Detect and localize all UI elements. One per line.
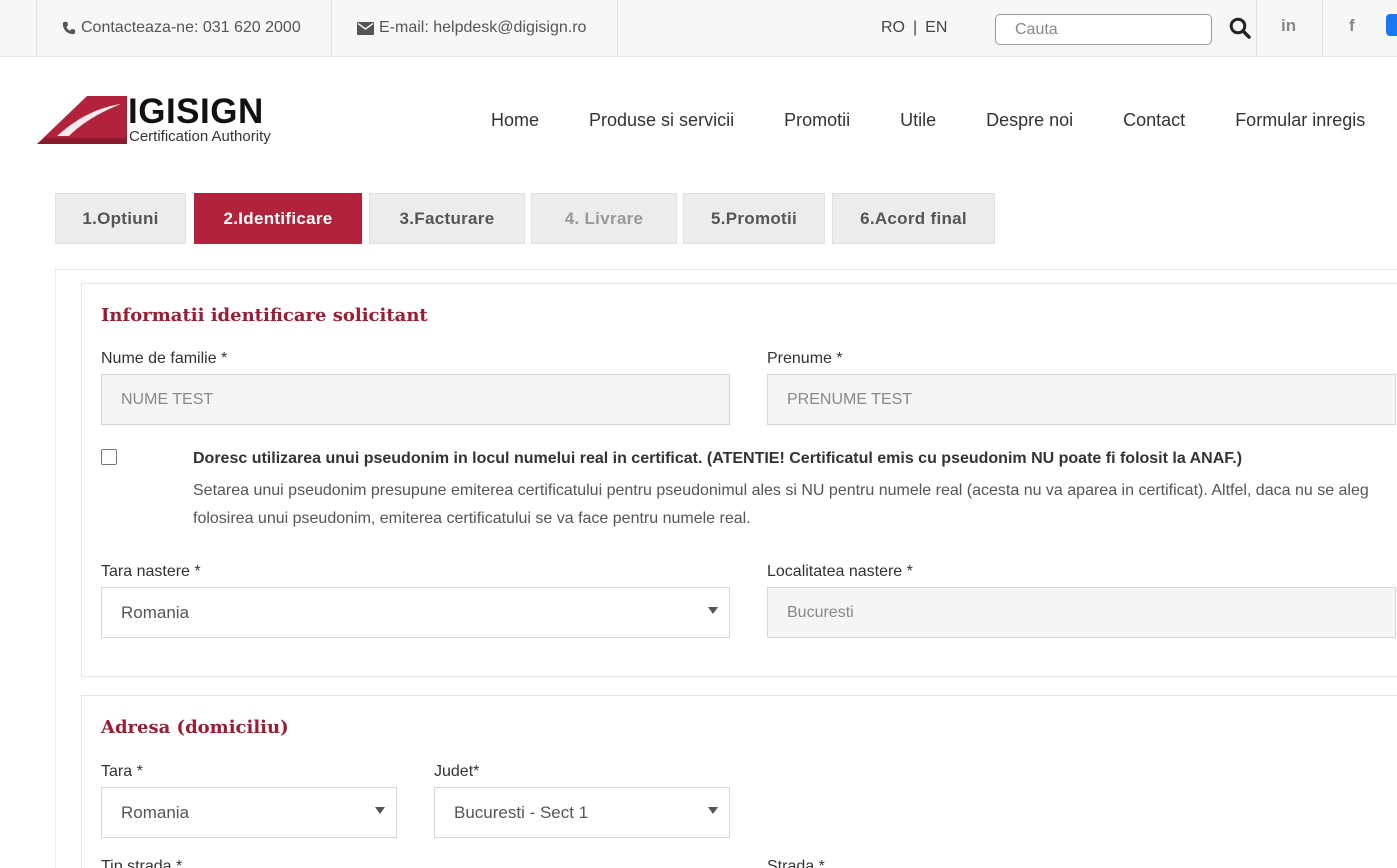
search-input[interactable] (995, 14, 1212, 45)
first-name-value: PRENUME TEST (787, 390, 913, 408)
first-name-label: Prenume * (767, 350, 843, 367)
lang-en-link[interactable]: EN (925, 19, 947, 37)
chevron-down-icon (375, 807, 385, 814)
chevron-down-icon (708, 807, 718, 814)
linkedin-icon[interactable]: in (1281, 16, 1296, 36)
street-label: Strada * (767, 858, 825, 868)
search-icon (1229, 17, 1251, 39)
social-button-partial[interactable] (1386, 14, 1397, 36)
phone-icon (62, 21, 76, 35)
birth-city-field[interactable]: Bucuresti (767, 587, 1396, 638)
divider (1322, 0, 1323, 56)
nav-useful[interactable]: Utile (900, 110, 936, 131)
nav-promotions[interactable]: Promotii (784, 110, 850, 131)
search-button[interactable] (1229, 17, 1253, 41)
country-select[interactable]: Romania (101, 787, 397, 838)
contact-text: Contacteaza-ne: 031 620 2000 (81, 19, 301, 36)
birth-country-label: Tara nastere * (101, 563, 201, 580)
lang-separator: | (913, 19, 918, 36)
main-nav: Home Produse si servicii Promotii Utile … (491, 110, 1397, 131)
birth-city-label: Localitatea nastere * (767, 563, 913, 580)
nav-home[interactable]: Home (491, 110, 539, 131)
tab-step-delivery: 4. Livrare (531, 193, 677, 244)
pseudonym-description-line: folosirea unui pseudonim, emiterea certi… (193, 510, 751, 527)
lang-ro-link[interactable]: RO (881, 19, 905, 37)
nav-about[interactable]: Despre noi (986, 110, 1073, 131)
language-switcher: RO | EN (881, 19, 947, 37)
county-value: Bucuresti - Sect 1 (454, 802, 589, 822)
chevron-down-icon (708, 607, 718, 614)
divider (331, 0, 332, 56)
country-label: Tara * (101, 763, 143, 780)
birth-city-value: Bucuresti (787, 603, 854, 621)
top-bar: Contacteaza-ne: 031 620 2000 E-mail: hel… (0, 0, 1397, 57)
contact-email: E-mail: helpdesk@digisign.ro (357, 0, 586, 56)
street-type-label: Tip strada * (101, 858, 183, 868)
digisign-logo[interactable]: IGISIGN Certification Authority (35, 92, 305, 148)
pseudonym-description-line: Setarea unui pseudonim presupune emitere… (193, 482, 1369, 499)
logo-wordmark: IGISIGN (128, 92, 264, 131)
logo-tagline: Certification Authority (129, 128, 271, 145)
pseudonym-description: Setarea unui pseudonim presupune emitere… (193, 477, 1397, 533)
birth-country-select[interactable]: Romania (101, 587, 730, 638)
tab-step-final-agreement[interactable]: 6.Acord final (832, 193, 995, 244)
divider (1256, 0, 1257, 56)
nav-registration-form[interactable]: Formular inregis (1235, 110, 1365, 131)
tab-step-promotions[interactable]: 5.Promotii (683, 193, 825, 244)
last-name-field[interactable]: NUME TEST (101, 374, 730, 425)
first-name-field[interactable]: PRENUME TEST (767, 374, 1396, 425)
county-select[interactable]: Bucuresti - Sect 1 (434, 787, 730, 838)
address-title: Adresa (domiciliu) (101, 717, 289, 738)
logo-mark-icon (37, 96, 127, 144)
pseudonym-option-label: Doresc utilizarea unui pseudonim in locu… (193, 450, 1243, 467)
tab-step-options[interactable]: 1.Optiuni (55, 193, 186, 244)
tab-step-billing[interactable]: 3.Facturare (369, 193, 525, 244)
county-label: Judet* (434, 763, 480, 780)
identification-title: Informatii identificare solicitant (101, 305, 428, 326)
last-name-value: NUME TEST (121, 390, 214, 408)
facebook-icon[interactable]: f (1349, 16, 1355, 36)
nav-contact[interactable]: Contact (1123, 110, 1185, 131)
country-value: Romania (121, 802, 190, 822)
pseudonym-checkbox[interactable] (101, 449, 117, 465)
divider (617, 0, 618, 56)
divider (36, 0, 37, 56)
last-name-label: Nume de familie * (101, 350, 228, 367)
envelope-icon (357, 21, 374, 35)
birth-country-value: Romania (121, 602, 190, 622)
contact-phone: Contacteaza-ne: 031 620 2000 (62, 0, 301, 56)
nav-products[interactable]: Produse si servicii (589, 110, 734, 131)
email-text[interactable]: E-mail: helpdesk@digisign.ro (379, 19, 586, 37)
tab-step-identification[interactable]: 2.Identificare (194, 193, 362, 244)
